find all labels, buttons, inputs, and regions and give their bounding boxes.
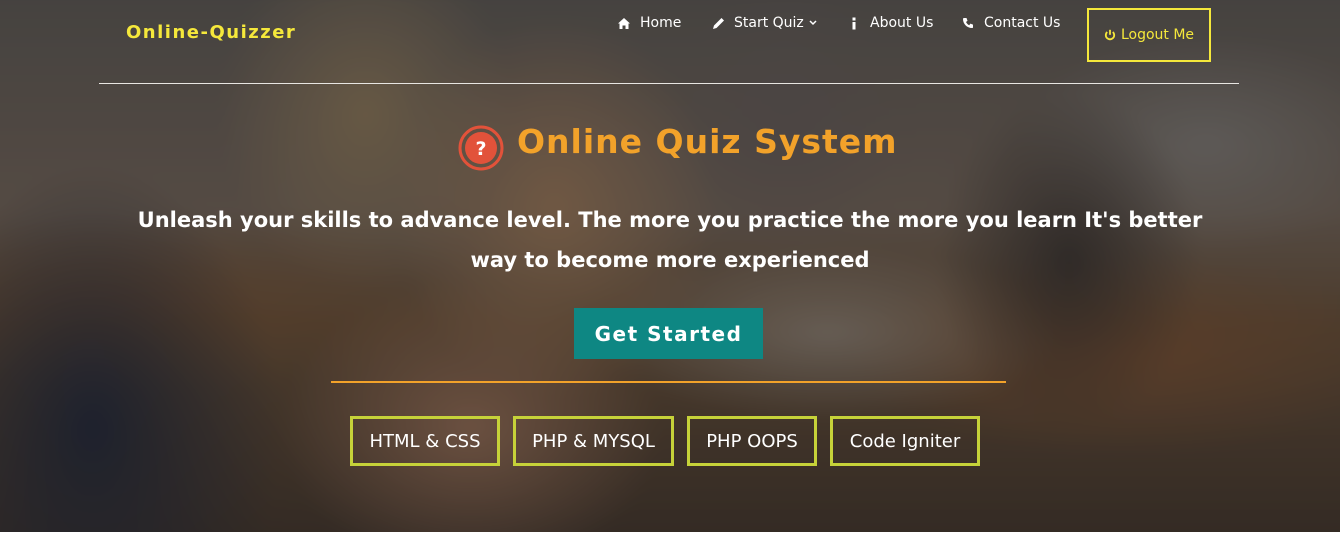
question-icon: ? <box>458 125 504 171</box>
nav-item-label: Start Quiz <box>734 15 804 31</box>
logout-label: Logout Me <box>1120 27 1195 43</box>
brand-logo[interactable]: Online-Quizzer <box>126 22 296 43</box>
power-icon <box>1104 29 1116 41</box>
info-icon <box>846 15 862 31</box>
nav-item-label: Contact Us <box>984 15 1061 31</box>
topic-button-php-mysql[interactable]: PHP & MYSQL <box>513 416 674 466</box>
page-title: Online Quiz System <box>517 122 898 161</box>
nav-item-contact-us[interactable]: Contact Us <box>960 15 1060 31</box>
nav-item-label: Home <box>640 15 682 31</box>
title-block: ? Online Quiz System <box>0 120 1340 172</box>
home-icon <box>616 15 632 31</box>
chevron-down-icon <box>809 20 817 26</box>
logout-button[interactable]: Logout Me <box>1087 8 1211 62</box>
navbar: Online-Quizzer Home Start Quiz About Us … <box>0 0 1340 84</box>
nav-item-about-us[interactable]: About Us <box>846 15 933 31</box>
hero-section: Online-Quizzer Home Start Quiz About Us … <box>0 0 1340 532</box>
nav-item-home[interactable]: Home <box>616 15 681 31</box>
nav-item-start-quiz[interactable]: Start Quiz <box>710 15 817 31</box>
topic-button-php-oops[interactable]: PHP OOPS <box>687 416 817 466</box>
hero-tagline: Unleash your skills to advance level. Th… <box>137 208 1203 272</box>
svg-text:?: ? <box>475 138 486 160</box>
get-started-button[interactable]: Get Started <box>574 308 763 359</box>
topic-button-code-igniter[interactable]: Code Igniter <box>830 416 980 466</box>
topic-button-html-css[interactable]: HTML & CSS <box>350 416 500 466</box>
phone-icon <box>960 15 976 31</box>
hero-divider <box>331 381 1006 383</box>
nav-divider <box>99 83 1239 84</box>
pencil-icon <box>710 15 726 31</box>
nav-item-label: About Us <box>870 15 934 31</box>
